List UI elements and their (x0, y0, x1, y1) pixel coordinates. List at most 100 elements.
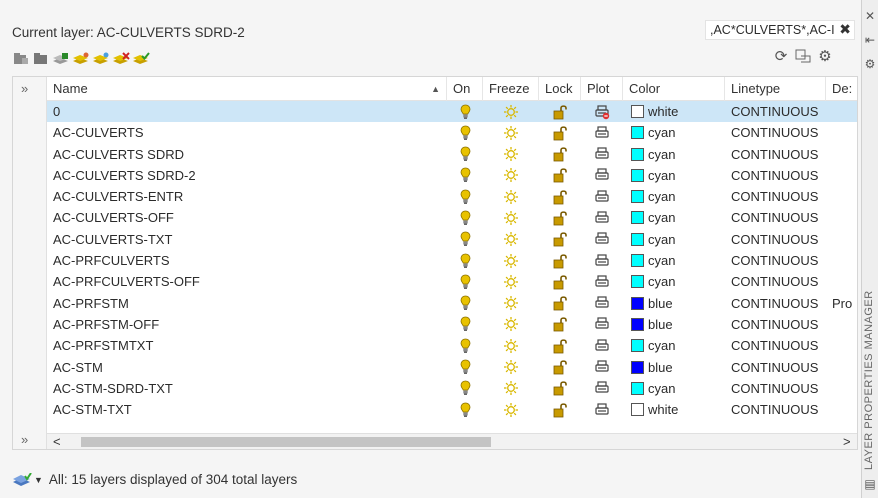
layer-linetype[interactable]: CONTINUOUS (725, 229, 826, 250)
layer-color[interactable]: cyan (623, 122, 725, 143)
layer-description[interactable] (826, 335, 857, 356)
close-palette-icon[interactable]: ✕ (864, 10, 876, 22)
plot-printer-icon[interactable] (581, 122, 623, 143)
layer-on-bulb-icon[interactable] (447, 378, 483, 399)
layer-description[interactable] (826, 207, 857, 228)
expand-filter-tree-icon[interactable]: » (21, 81, 28, 96)
column-header-on[interactable]: On (447, 77, 483, 101)
settings-gear-icon[interactable]: ⚙ (816, 47, 834, 65)
layer-linetype[interactable]: CONTINUOUS (725, 186, 826, 207)
layer-linetype[interactable]: CONTINUOUS (725, 293, 826, 314)
layer-row[interactable]: AC-CULVERTS SDRD-2 cyan CONTINUOUS (47, 165, 857, 186)
layer-on-bulb-icon[interactable] (447, 357, 483, 378)
layer-row[interactable]: AC-CULVERTS SDRD cyan CONTINUOUS (47, 144, 857, 165)
layer-name[interactable]: AC-PRFSTMTXT (47, 335, 447, 356)
layer-row[interactable]: AC-CULVERTS-ENTR cyan CONTINUOUS (47, 186, 857, 207)
plot-printer-icon[interactable] (581, 165, 623, 186)
layer-color[interactable]: cyan (623, 144, 725, 165)
layer-color[interactable]: blue (623, 357, 725, 378)
scroll-right-arrow[interactable]: > (843, 434, 851, 450)
layer-description[interactable] (826, 186, 857, 207)
layer-description[interactable] (826, 144, 857, 165)
layer-unlock-icon[interactable] (539, 314, 581, 335)
layer-freeze-sun-icon[interactable] (483, 271, 539, 292)
layer-linetype[interactable]: CONTINUOUS (725, 165, 826, 186)
layer-freeze-sun-icon[interactable] (483, 186, 539, 207)
layer-unlock-icon[interactable] (539, 250, 581, 271)
layer-freeze-sun-icon[interactable] (483, 293, 539, 314)
layer-linetype[interactable]: CONTINUOUS (725, 271, 826, 292)
layer-linetype[interactable]: CONTINUOUS (725, 399, 826, 420)
layer-freeze-sun-icon[interactable] (483, 229, 539, 250)
layer-on-bulb-icon[interactable] (447, 186, 483, 207)
layer-name[interactable]: AC-CULVERTS SDRD (47, 144, 447, 165)
layer-freeze-sun-icon[interactable] (483, 357, 539, 378)
layer-unlock-icon[interactable] (539, 271, 581, 292)
layer-freeze-sun-icon[interactable] (483, 314, 539, 335)
layer-color[interactable]: blue (623, 314, 725, 335)
layer-freeze-sun-icon[interactable] (483, 101, 539, 122)
layer-linetype[interactable]: CONTINUOUS (725, 357, 826, 378)
scrollbar-thumb[interactable] (81, 437, 491, 447)
layer-description[interactable] (826, 399, 857, 420)
layer-description[interactable] (826, 378, 857, 399)
layer-name[interactable]: AC-STM-SDRD-TXT (47, 378, 447, 399)
layer-freeze-sun-icon[interactable] (483, 378, 539, 399)
layer-unlock-icon[interactable] (539, 357, 581, 378)
layer-name[interactable]: AC-PRFCULVERTS (47, 250, 447, 271)
layer-on-bulb-icon[interactable] (447, 335, 483, 356)
layer-linetype[interactable]: CONTINUOUS (725, 144, 826, 165)
layer-on-bulb-icon[interactable] (447, 271, 483, 292)
layer-description[interactable] (826, 101, 857, 122)
layer-filter-menu-button[interactable]: ▼ (12, 472, 43, 487)
layer-name[interactable]: AC-CULVERTS-ENTR (47, 186, 447, 207)
layer-unlock-icon[interactable] (539, 165, 581, 186)
layer-description[interactable] (826, 250, 857, 271)
layer-on-bulb-icon[interactable] (447, 207, 483, 228)
layer-color[interactable]: cyan (623, 378, 725, 399)
layer-description[interactable] (826, 122, 857, 143)
layer-freeze-sun-icon[interactable] (483, 165, 539, 186)
layer-on-bulb-icon[interactable] (447, 122, 483, 143)
layer-filter-input[interactable]: ,AC*CULVERTS*,AC-I ✖ (705, 20, 855, 40)
clear-filter-icon[interactable]: ✖ (839, 21, 851, 38)
plot-printer-icon[interactable] (581, 271, 623, 292)
column-header-plot[interactable]: Plot (581, 77, 623, 101)
layer-on-bulb-icon[interactable] (447, 165, 483, 186)
layer-color[interactable]: cyan (623, 186, 725, 207)
layer-description[interactable]: Pro (826, 293, 857, 314)
auto-hide-icon[interactable]: ⇤ (864, 34, 876, 46)
layer-linetype[interactable]: CONTINUOUS (725, 207, 826, 228)
layer-name[interactable]: 0 (47, 101, 447, 122)
refresh-icon[interactable]: ⟳ (772, 47, 790, 65)
plot-printer-icon[interactable] (581, 335, 623, 356)
layer-on-bulb-icon[interactable] (447, 314, 483, 335)
layer-name[interactable]: AC-CULVERTS-OFF (47, 207, 447, 228)
layer-row[interactable]: AC-CULVERTS-TXT cyan CONTINUOUS (47, 229, 857, 250)
layer-name[interactable]: AC-PRFSTM (47, 293, 447, 314)
layer-name[interactable]: AC-CULVERTS SDRD-2 (47, 165, 447, 186)
layer-row[interactable]: AC-PRFSTM-OFF blue CONTINUOUS (47, 314, 857, 335)
layer-name[interactable]: AC-PRFSTM-OFF (47, 314, 447, 335)
layer-row[interactable]: AC-PRFCULVERTS-OFF cyan CONTINUOUS (47, 271, 857, 292)
layer-color[interactable]: white (623, 399, 725, 420)
plot-printer-icon[interactable] (581, 378, 623, 399)
layer-name[interactable]: AC-CULVERTS-TXT (47, 229, 447, 250)
layer-unlock-icon[interactable] (539, 144, 581, 165)
plot-printer-icon[interactable] (581, 144, 623, 165)
layer-color[interactable]: cyan (623, 165, 725, 186)
palette-properties-icon[interactable]: ⚙ (864, 58, 876, 70)
layer-unlock-icon[interactable] (539, 229, 581, 250)
layer-unlock-icon[interactable] (539, 207, 581, 228)
layer-row[interactable]: 0 white CONTINUOUS (47, 101, 857, 123)
layer-unlock-icon[interactable] (539, 101, 581, 122)
scroll-left-arrow[interactable]: < (53, 434, 61, 450)
layer-row[interactable]: AC-CULVERTS-OFF cyan CONTINUOUS (47, 207, 857, 228)
plot-printer-icon[interactable] (581, 399, 623, 420)
new-layer-icon[interactable] (72, 50, 90, 68)
column-header-lock[interactable]: Lock (539, 77, 581, 101)
layer-name[interactable]: AC-STM-TXT (47, 399, 447, 420)
layer-color[interactable]: blue (623, 293, 725, 314)
layer-description[interactable] (826, 357, 857, 378)
expand-filter-tree-bottom-icon[interactable]: » (21, 432, 28, 447)
